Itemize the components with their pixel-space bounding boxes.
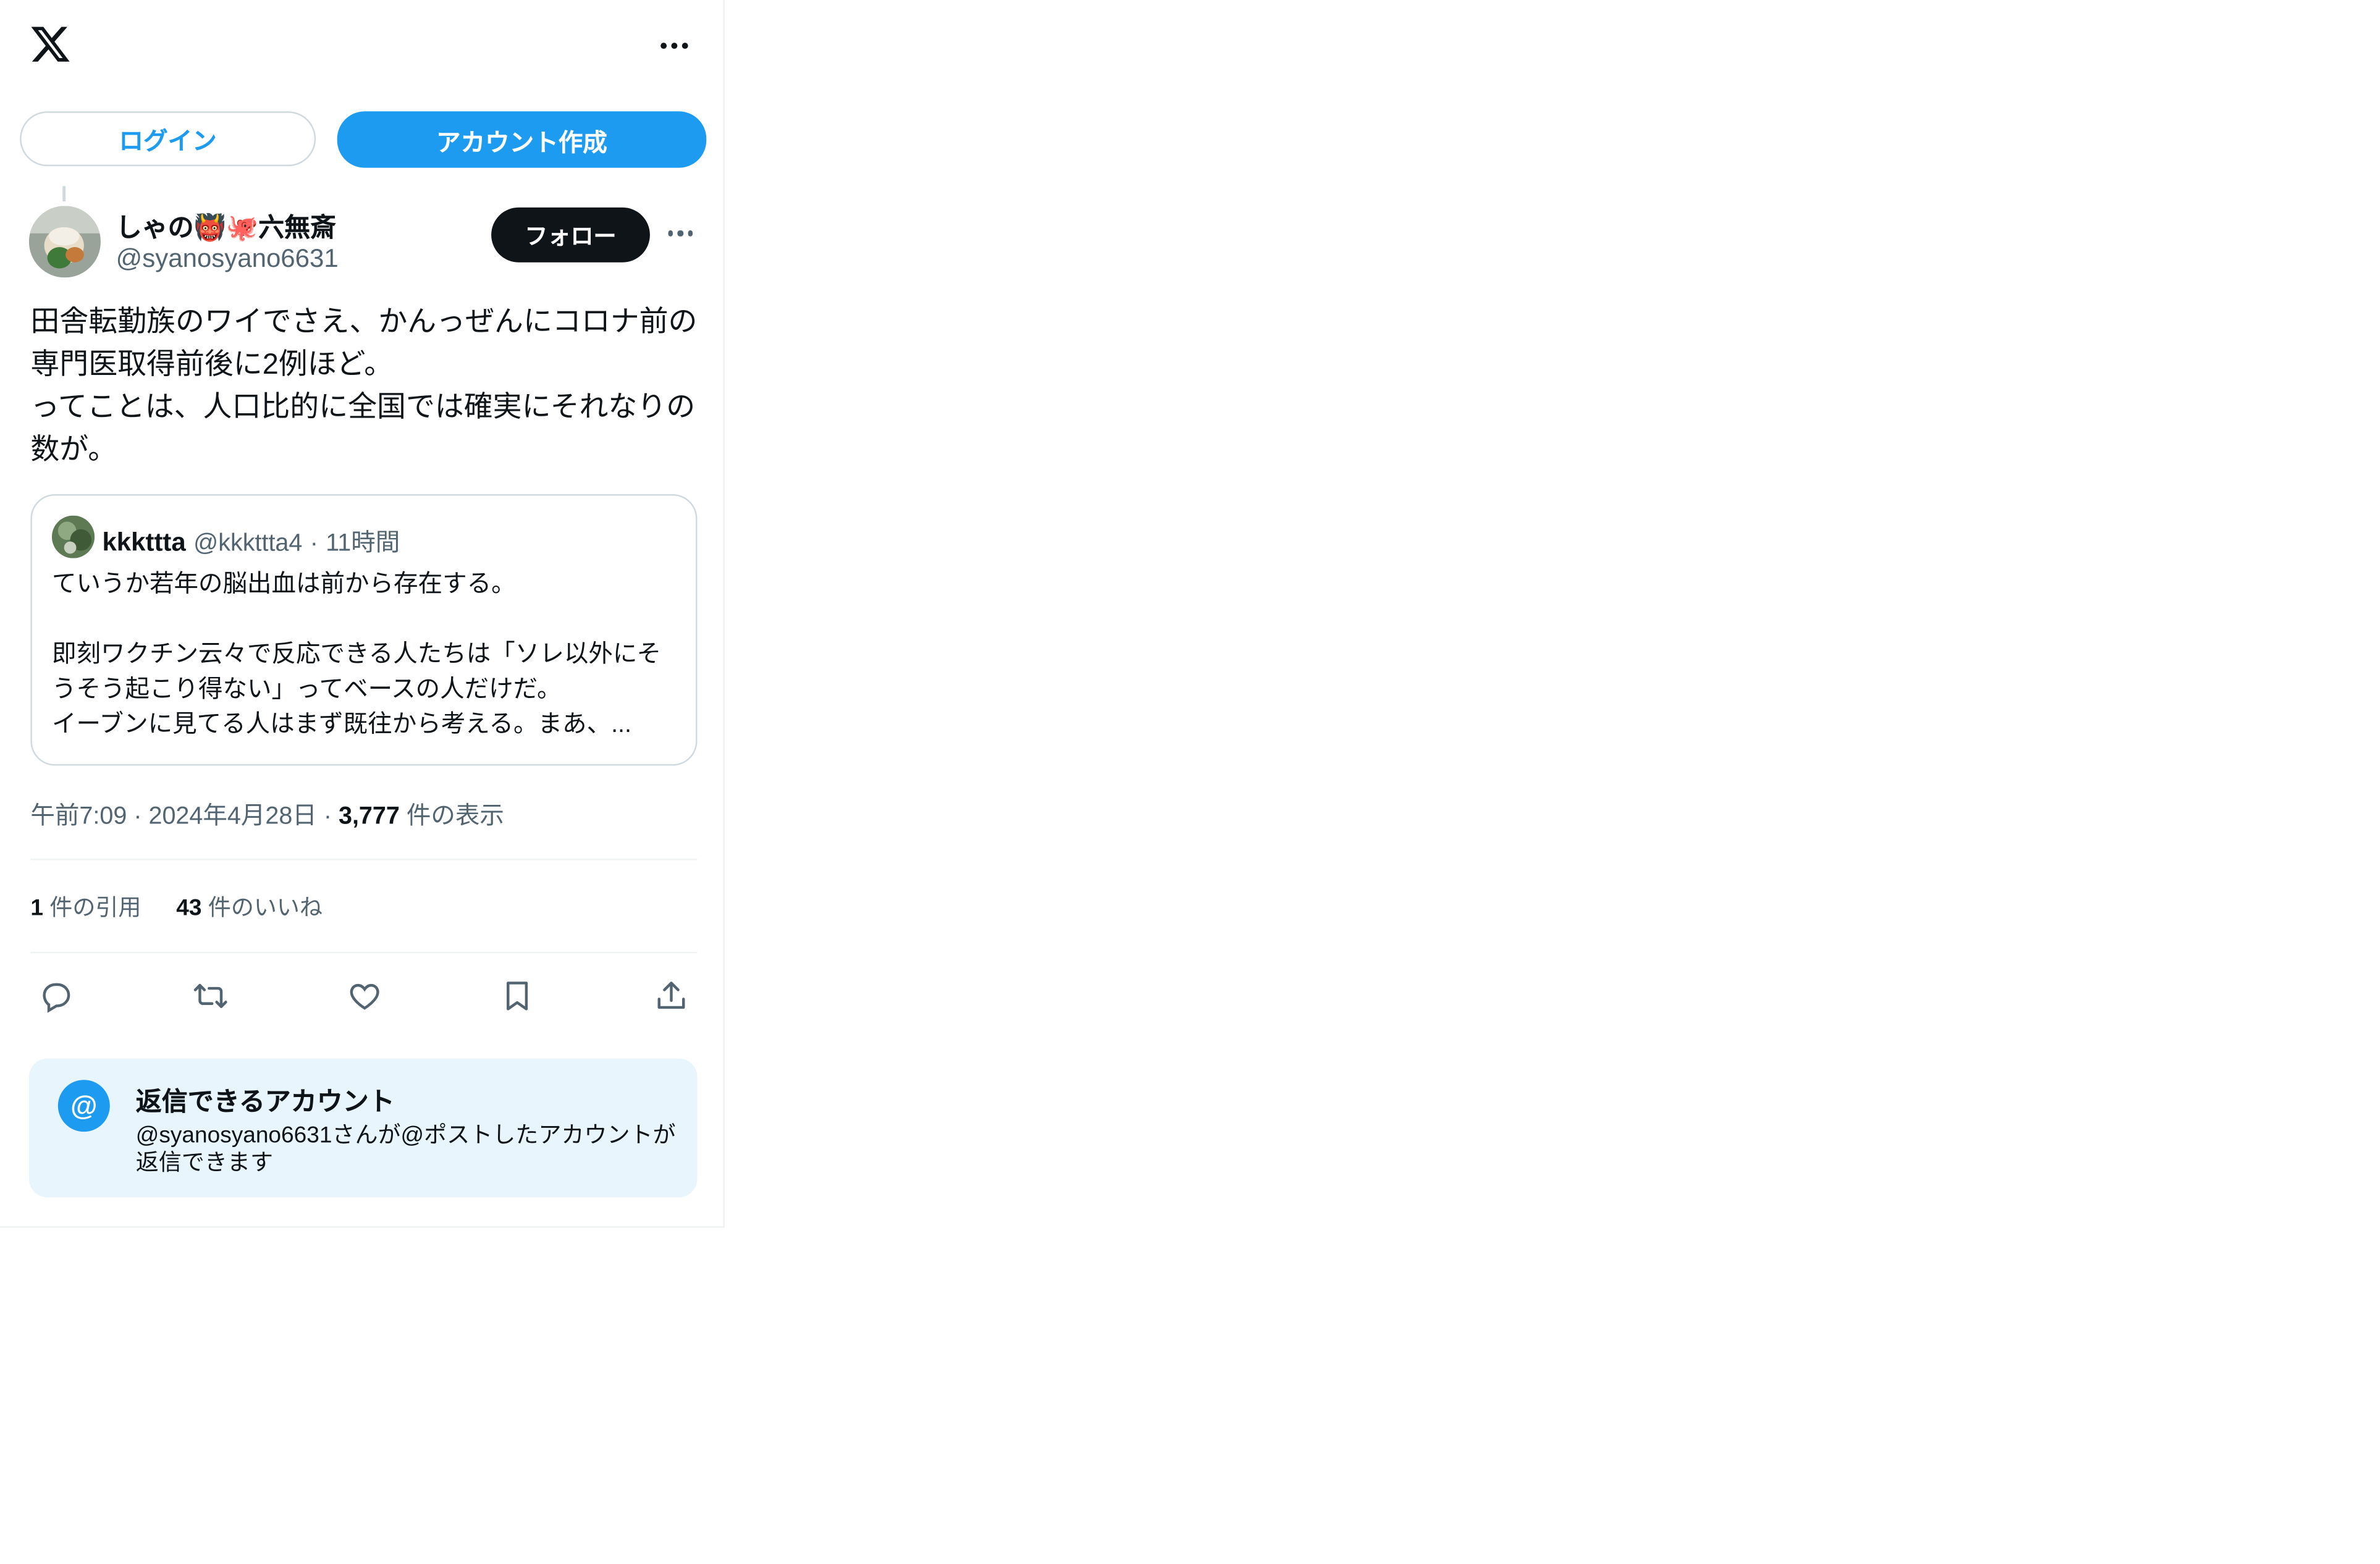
reply-settings-box: @ 返信できるアカウント @syanosyano6631さんが@ポストしたアカウ… [28,1058,698,1198]
divider [30,859,698,860]
post-time[interactable]: 午前7:09 [30,804,127,830]
likes-stat[interactable]: 43 件のいいね [176,891,323,923]
follow-button[interactable]: フォロー [491,207,650,263]
create-account-button[interactable]: アカウント作成 [337,111,707,168]
reply-icon[interactable] [30,973,82,1019]
bookmark-icon[interactable] [492,973,544,1019]
post-date[interactable]: 2024年4月28日 [148,804,316,830]
at-sign-icon: @ [57,1080,110,1132]
more-horizontal-icon[interactable] [653,27,696,64]
post-meta: 午前7:09 · 2024年4月28日 · 3,777 件の表示 [30,794,504,831]
quote-author-name: kkkttta [102,528,186,557]
engagement-stats: 1 件の引用 43 件のいいね [30,891,323,923]
author-handle[interactable]: @syanosyano6631 [116,244,339,274]
quotes-stat[interactable]: 1 件の引用 [30,891,141,923]
quote-header: kkkttta @kkkttta4 · 11時間 [102,521,400,558]
meta-separator: · [133,804,142,830]
author-avatar[interactable] [28,206,101,278]
quote-separator: · [310,531,318,557]
x-logo-icon[interactable] [29,23,72,65]
quote-text: ていうか若年の脳出血は前から存在する。 即刻ワクチン云々で反応できる人たちは「ソ… [51,571,662,739]
quoted-post[interactable]: kkkttta @kkkttta4 · 11時間 ていうか若年の脳出血は前から存… [30,494,698,766]
views-count: 3,777 [338,804,400,830]
author-name[interactable]: しゃの👹🐙六無斎 [116,208,336,242]
meta-separator: · [323,804,332,830]
divider [30,951,698,954]
views-label: 件の表示 [406,804,504,830]
post-column: ログイン アカウント作成 しゃの👹🐙六無斎 @syanosyano6631 フォ… [0,0,725,1228]
reply-settings-description: @syanosyano6631さんが@ポストしたアカウントが返信できます [135,1122,676,1176]
post-more-icon[interactable] [662,218,699,248]
action-bar [30,973,697,1019]
repost-icon[interactable] [184,973,236,1019]
reply-settings-title: 返信できるアカウント [135,1087,395,1117]
quote-time: 11時間 [326,531,400,557]
like-icon[interactable] [338,973,390,1019]
thread-connector-line [62,186,66,201]
login-button[interactable]: ログイン [20,111,316,167]
quote-author-handle: @kkkttta4 [193,531,303,557]
post-text: 田舎転勤族のワイでさえ、かんっぜんにコロナ前の専門医取得前後に2例ほど。 ってこ… [30,306,698,467]
quote-author-avatar [51,515,95,558]
share-icon[interactable] [645,973,697,1019]
